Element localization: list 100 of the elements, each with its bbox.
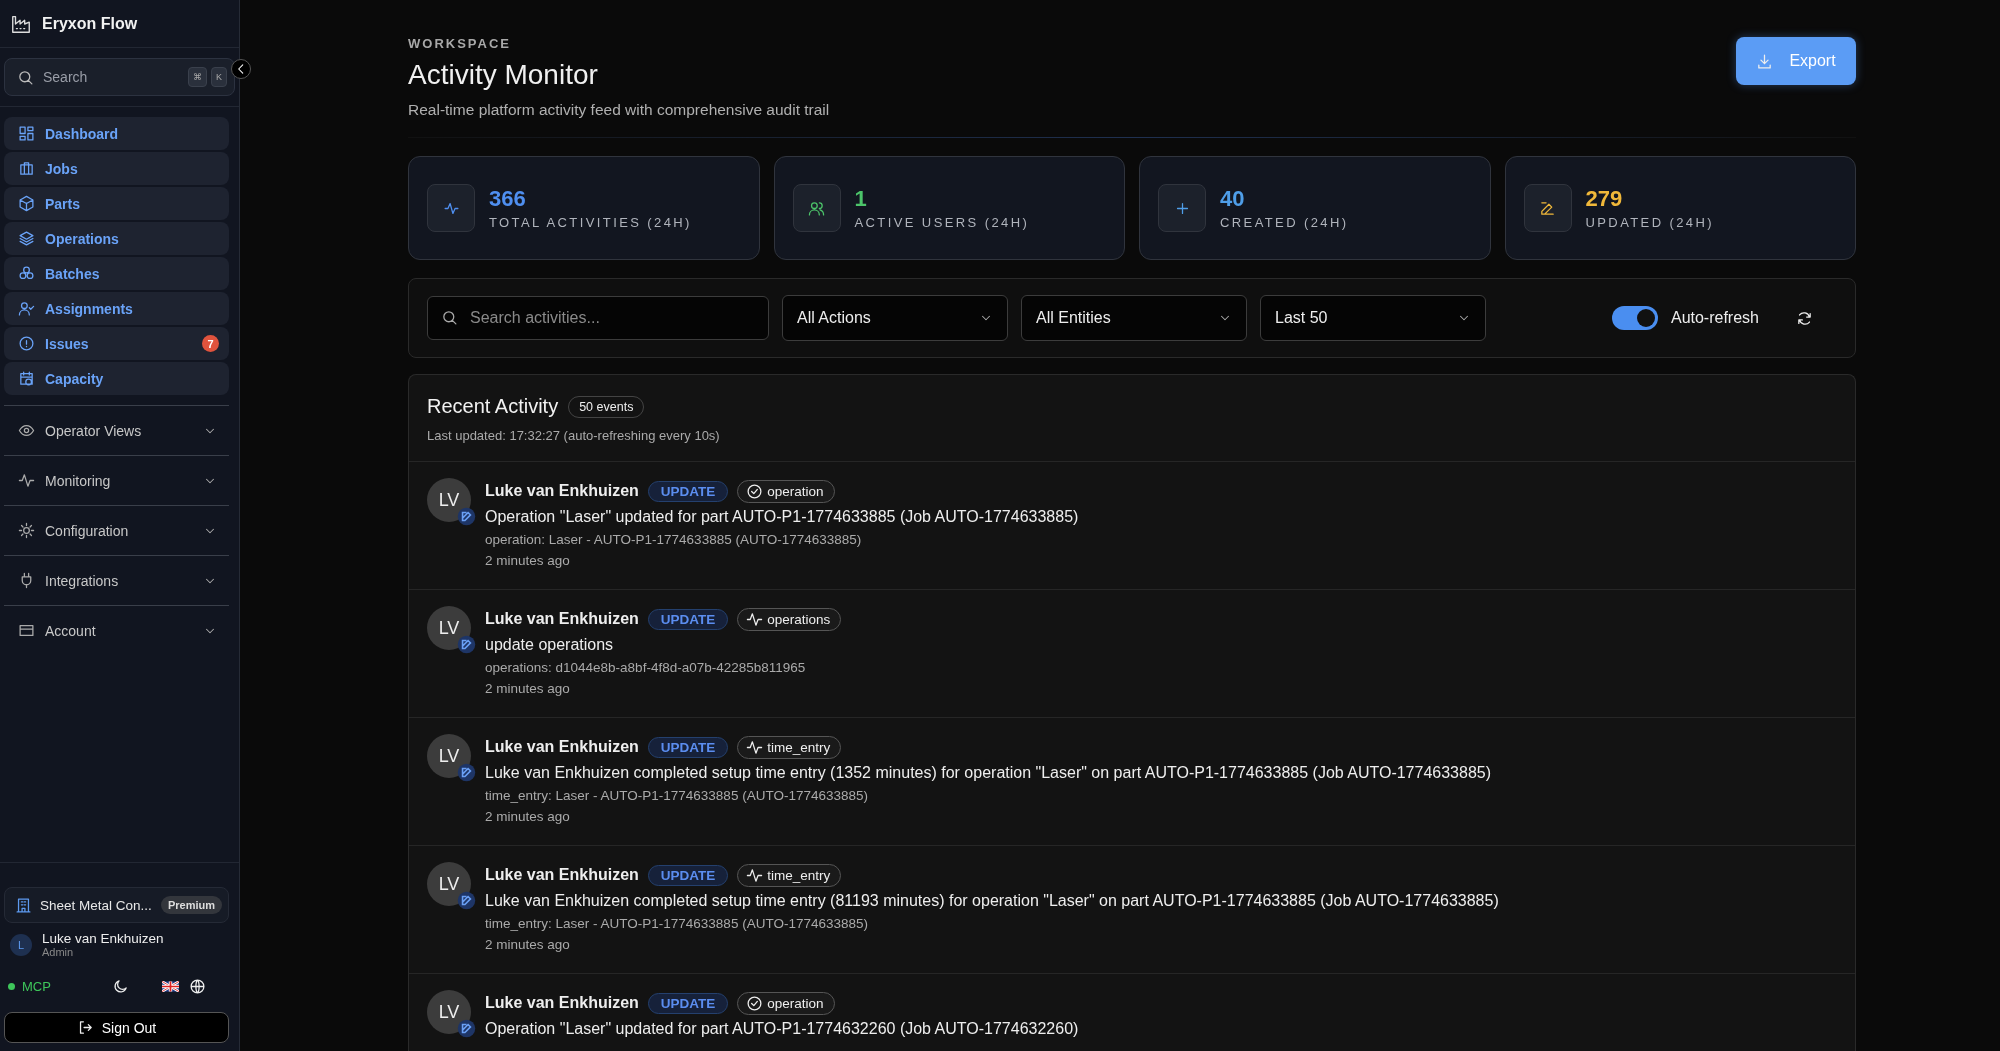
activity-detail: operation: Laser - AUTO-P1-1774633885 (AUTO-1774633885) bbox=[485, 532, 863, 547]
activity-detail: operations: d1044e8b-a8bf-4f8d-a07b-42285b811965 bbox=[485, 660, 807, 675]
entity-badge: operation bbox=[737, 991, 835, 1015]
toggle-label: Auto-refresh bbox=[1670, 309, 1759, 327]
entity-badge: operations bbox=[737, 607, 842, 631]
edit-icon bbox=[1539, 199, 1556, 217]
users-icon bbox=[808, 199, 825, 217]
activity-time: 2 minutes ago bbox=[485, 553, 571, 568]
building-icon bbox=[15, 896, 32, 914]
nav-item[interactable]: Operations bbox=[4, 222, 229, 255]
user-name: Luke van Enkhuizen bbox=[485, 994, 639, 1012]
user-avatar: LV bbox=[427, 478, 471, 522]
organization-card[interactable]: Sheet Metal Con... Premium bbox=[4, 887, 229, 923]
group-icon bbox=[18, 522, 35, 539]
user-name: Luke van Enkhuizen bbox=[485, 866, 639, 884]
nav-icon bbox=[18, 300, 35, 317]
entity-badge: operation bbox=[737, 479, 835, 503]
user-name: Luke van Enkhuizen bbox=[42, 931, 164, 946]
activity-message: update operations bbox=[485, 636, 615, 654]
group-icon bbox=[18, 622, 35, 639]
count-badge: 7 bbox=[202, 335, 219, 352]
stat-value: 279 bbox=[1585, 186, 1624, 212]
activity-detail: time_entry: Laser - AUTO-P1-1774633885 (AUTO-1774633885) bbox=[485, 788, 869, 803]
user-role: Admin bbox=[42, 946, 75, 958]
group-icon bbox=[18, 422, 35, 439]
action-badge: UPDATE bbox=[647, 480, 729, 502]
action-badge: UPDATE bbox=[647, 608, 729, 630]
nav-item[interactable]: Capacity bbox=[4, 362, 229, 395]
nav-item[interactable]: Parts bbox=[4, 187, 229, 220]
refresh-icon[interactable] bbox=[1796, 309, 1813, 327]
pulse-icon bbox=[746, 610, 764, 628]
filter-dropdown[interactable]: Last 50 bbox=[1260, 295, 1486, 341]
nav-icon bbox=[18, 370, 35, 387]
stat-value: 40 bbox=[1220, 186, 1246, 212]
download-icon bbox=[1756, 52, 1774, 70]
nav-icon bbox=[18, 160, 35, 177]
activity-message: Luke van Enkhuizen completed setup time entry (1352 minutes) for operation "Laser" on part AUTO-P1-1774633885 (Job AUTO-1774633885) bbox=[485, 764, 1492, 782]
activity-time: 2 minutes ago bbox=[485, 681, 571, 696]
user-avatar: LV bbox=[427, 734, 471, 778]
moon-icon[interactable] bbox=[112, 977, 129, 995]
stat-value: 1 bbox=[854, 186, 868, 212]
activity-message: Operation "Laser" updated for part AUTO-P1-1774633885 (Job AUTO-1774633885) bbox=[485, 508, 1079, 526]
globe-icon[interactable] bbox=[189, 977, 206, 995]
nav-icon bbox=[18, 265, 35, 282]
auto-refresh-toggle[interactable] bbox=[1611, 306, 1658, 330]
app-name: Eryxon Flow bbox=[42, 14, 138, 33]
action-badge: UPDATE bbox=[647, 864, 729, 886]
nav-item[interactable]: Batches bbox=[4, 257, 229, 290]
nav-icon bbox=[18, 230, 35, 247]
nav-group[interactable]: Configuration bbox=[4, 505, 229, 555]
stat-label: TOTAL ACTIVITIES (24H) bbox=[489, 215, 692, 230]
user-avatar: LV bbox=[427, 990, 471, 1034]
page-title: Activity Monitor bbox=[408, 59, 599, 91]
activity-message: Operation "Laser" updated for part AUTO-P1-1774632260 (Job AUTO-1774632260) bbox=[485, 1020, 1079, 1038]
group-icon bbox=[18, 472, 35, 489]
entity-badge: time_entry bbox=[737, 863, 842, 887]
search-icon bbox=[441, 309, 458, 326]
collapse-button[interactable] bbox=[231, 59, 251, 79]
activity-detail: time_entry: Laser - AUTO-P1-1774633885 (AUTO-1774633885) bbox=[485, 916, 869, 931]
user-avatar: LV bbox=[427, 862, 471, 906]
nav-item[interactable]: Assignments bbox=[4, 292, 229, 325]
section-label: WORKSPACE bbox=[408, 36, 512, 51]
stat-value: 366 bbox=[489, 186, 527, 212]
pulse-icon bbox=[746, 866, 764, 884]
activity-message: Luke van Enkhuizen completed setup time entry (81193 minutes) for operation "Laser" on part AUTO-P1-1774633885 (Job AUTO-1774633885) bbox=[485, 892, 1499, 910]
nav-group[interactable]: Monitoring bbox=[4, 455, 229, 505]
stat-label: CREATED (24H) bbox=[1220, 215, 1349, 230]
activity-time: 2 minutes ago bbox=[485, 937, 571, 952]
action-badge: UPDATE bbox=[647, 736, 729, 758]
nav-icon bbox=[18, 195, 35, 212]
nav-item[interactable]: Issues 7 bbox=[4, 327, 229, 360]
flag-icon[interactable] bbox=[162, 980, 179, 992]
nav-group[interactable]: Account bbox=[4, 605, 229, 655]
last-updated-text: Last updated: 17:32:27 (auto-refreshing every 10s) bbox=[427, 428, 721, 443]
search-field[interactable]: Search activities... bbox=[427, 296, 769, 340]
search-icon bbox=[17, 69, 34, 86]
user-name: Luke van Enkhuizen bbox=[485, 482, 639, 500]
panel-title: Recent Activity bbox=[427, 395, 559, 418]
nav-icon bbox=[18, 335, 35, 352]
page-subtitle: Real-time platform activity feed with comprehensive audit trail bbox=[408, 101, 830, 119]
nav-icon bbox=[18, 125, 35, 142]
plan-badge: Premium bbox=[160, 896, 222, 914]
user-avatar: L bbox=[10, 933, 32, 956]
user-name: Luke van Enkhuizen bbox=[485, 610, 639, 628]
action-badge: UPDATE bbox=[647, 992, 729, 1014]
entity-badge: time_entry bbox=[737, 735, 842, 759]
stat-label: UPDATED (24H) bbox=[1585, 215, 1714, 230]
user-avatar: LV bbox=[427, 606, 471, 650]
filter-dropdown[interactable]: All Actions bbox=[782, 295, 1008, 341]
nav-item[interactable]: Dashboard bbox=[4, 117, 229, 150]
nav-group[interactable]: Operator Views bbox=[4, 405, 229, 455]
status-label: MCP bbox=[22, 978, 52, 994]
filter-dropdown[interactable]: All Entities bbox=[1021, 295, 1247, 341]
user-name: Luke van Enkhuizen bbox=[485, 738, 639, 756]
activity-time: 2 minutes ago bbox=[485, 809, 571, 824]
nav-item[interactable]: Jobs bbox=[4, 152, 229, 185]
nav-group[interactable]: Integrations bbox=[4, 555, 229, 605]
stat-label: ACTIVE USERS (24H) bbox=[854, 215, 1030, 230]
pulse-icon bbox=[746, 738, 764, 756]
sign-out-button[interactable]: Sign Out bbox=[4, 1012, 229, 1043]
